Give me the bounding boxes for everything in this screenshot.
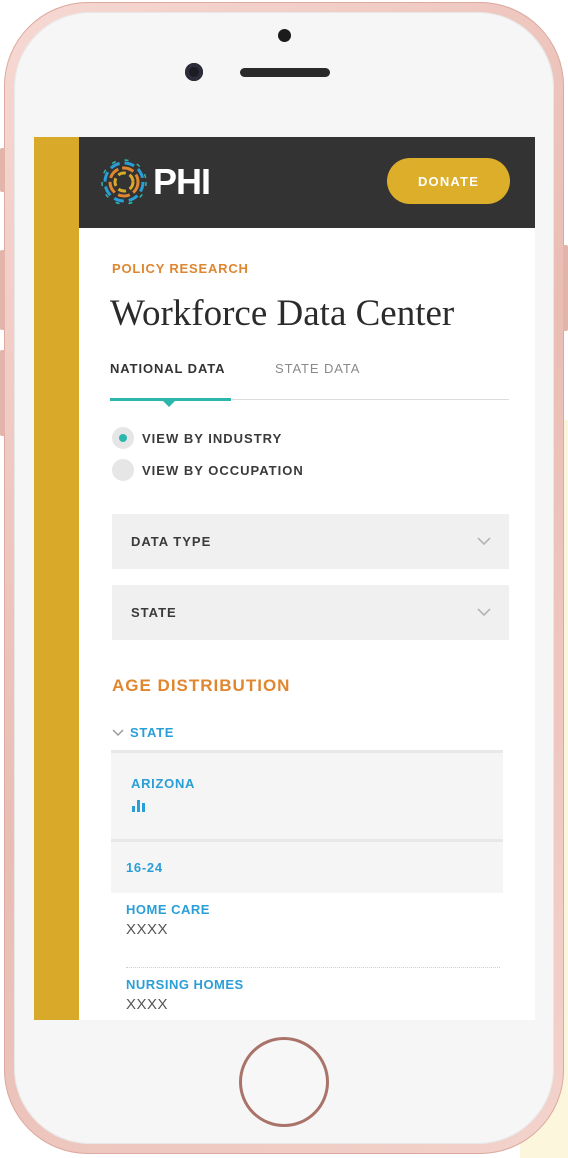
- row-value: XXXX: [126, 921, 169, 938]
- power-button: [563, 245, 568, 331]
- row-value: XXXX: [126, 996, 169, 1013]
- age-group-label: 16-24: [126, 860, 163, 875]
- list-item: HOME CARE XXXX: [126, 902, 500, 938]
- volume-up-button: [0, 250, 5, 330]
- phone-screen: PHI DONATE POLICY RESEARCH Workforce Dat…: [34, 137, 535, 1020]
- list-item: NURSING HOMES XXXX: [126, 977, 500, 1013]
- earpiece-speaker: [240, 68, 330, 77]
- row-divider: [126, 967, 500, 968]
- chevron-down-icon: [112, 728, 124, 736]
- age-group-panel: 16-24: [111, 839, 503, 893]
- side-accent-bar: [34, 137, 79, 1020]
- state-panel: ARIZONA: [111, 750, 503, 839]
- section-title: AGE DISTRIBUTION: [112, 676, 291, 695]
- volume-down-button: [0, 350, 5, 436]
- state-name[interactable]: ARIZONA: [131, 776, 195, 791]
- home-button[interactable]: [239, 1037, 329, 1127]
- front-camera-icon: [185, 63, 203, 81]
- row-label: HOME CARE: [126, 902, 210, 917]
- row-label: NURSING HOMES: [126, 977, 244, 992]
- state-collapse-toggle[interactable]: STATE: [112, 725, 174, 740]
- bar-chart-icon[interactable]: [131, 798, 147, 812]
- state-toggle-label: STATE: [130, 725, 175, 740]
- results-area: AGE DISTRIBUTION STATE ARIZONA 16-24 HOM…: [110, 137, 535, 1020]
- mute-switch: [0, 148, 5, 192]
- proximity-sensor: [278, 29, 291, 42]
